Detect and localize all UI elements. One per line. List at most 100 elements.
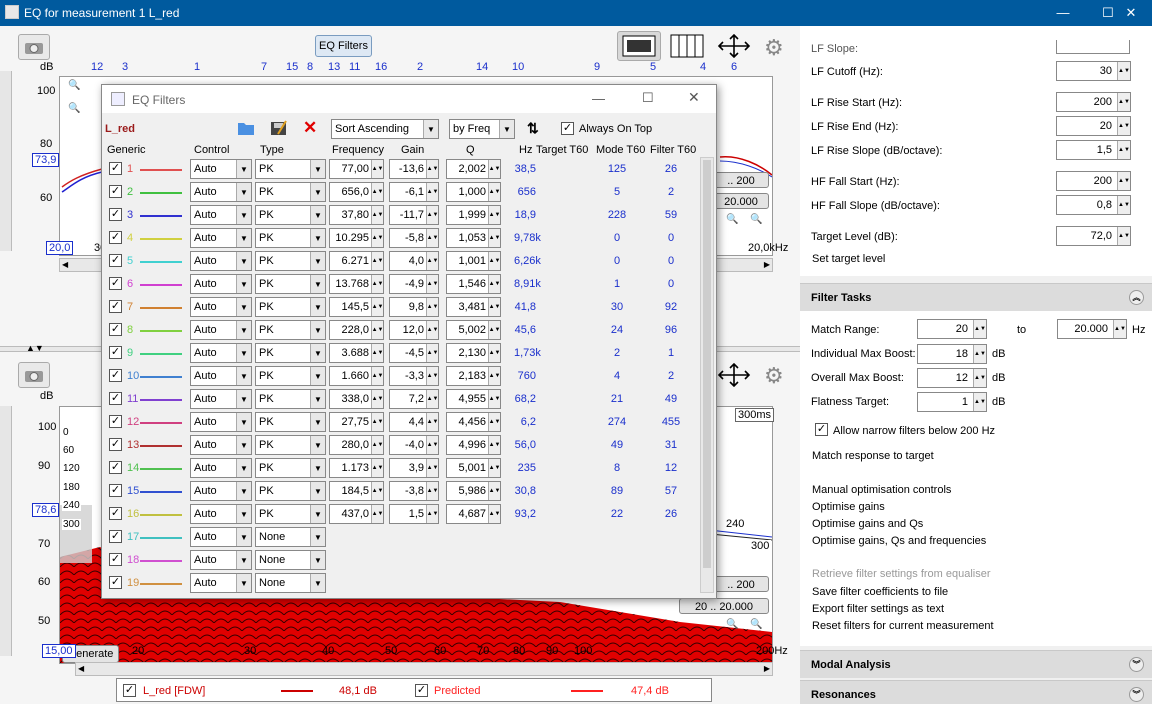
filter-type-select[interactable]: PK ▼ [255, 297, 326, 317]
allow-narrow-checkbox[interactable]: ✓ [815, 423, 828, 436]
bottom-camera-icon[interactable] [18, 362, 50, 388]
filter-type-select[interactable]: PK ▼ [255, 366, 326, 386]
top-vertical-scrollbar[interactable] [0, 71, 12, 251]
lf-slope-select[interactable] [1056, 40, 1130, 54]
filter-type-select[interactable]: None ▼ [255, 573, 326, 593]
sort-order-select[interactable]: Sort Ascending ▼ [331, 119, 439, 139]
bottom-horizontal-scrollbar[interactable]: ◀ ▶ [75, 662, 773, 676]
filter-freq-input[interactable]: 6.271 ▲▼ [329, 251, 384, 271]
filter-freq-input[interactable]: 656,0 ▲▼ [329, 182, 384, 202]
target-field-input[interactable]: 72,0 ▲▼ [1056, 226, 1131, 246]
open-folder-icon[interactable] [237, 120, 255, 139]
filter-gain-input[interactable]: -3,3 ▲▼ [389, 366, 439, 386]
filter-control-select[interactable]: Auto ▼ [190, 435, 252, 455]
filter-marker-2[interactable]: 2 [417, 61, 423, 73]
filter-enable-checkbox[interactable]: ✓ [109, 277, 122, 290]
filter-freq-input[interactable]: 145,5 ▲▼ [329, 297, 384, 317]
filter-control-select[interactable]: Auto ▼ [190, 297, 252, 317]
filter-enable-checkbox[interactable]: ✓ [109, 553, 122, 566]
swap-sort-icon[interactable]: ⇅ [527, 120, 539, 137]
retrieve-settings-button[interactable]: Retrieve filter settings from equaliser [812, 568, 991, 580]
filter-table-scrollbar[interactable] [700, 157, 714, 593]
filter-gain-input[interactable]: 7,2 ▲▼ [389, 389, 439, 409]
filter-freq-input[interactable]: 77,00 ▲▼ [329, 159, 384, 179]
individual-max-boost-input[interactable]: 18 ▲▼ [917, 344, 987, 364]
filter-control-select[interactable]: Auto ▼ [190, 527, 252, 547]
filter-freq-input[interactable]: 1.660 ▲▼ [329, 366, 384, 386]
filter-q-input[interactable]: 5,002 ▲▼ [446, 320, 501, 340]
filter-control-select[interactable]: Auto ▼ [190, 228, 252, 248]
bottom-zoom-out-icon[interactable]: 🔍 [750, 619, 762, 630]
expand-down-icon-2[interactable]: ︾ [1129, 687, 1144, 702]
filter-gain-input[interactable]: -5,8 ▲▼ [389, 228, 439, 248]
filter-enable-checkbox[interactable]: ✓ [109, 415, 122, 428]
filter-control-select[interactable]: Auto ▼ [190, 205, 252, 225]
filter-gain-input[interactable]: -4,0 ▲▼ [389, 435, 439, 455]
target-field-input[interactable]: 0,8 ▲▼ [1056, 195, 1131, 215]
filter-q-input[interactable]: 5,986 ▲▼ [446, 481, 501, 501]
bottom-settings-gear-icon[interactable]: ⚙ [764, 363, 784, 389]
filter-freq-input[interactable]: 10.295 ▲▼ [329, 228, 384, 248]
optimise-gains-qs-button[interactable]: Optimise gains and Qs [812, 518, 923, 530]
filter-type-select[interactable]: PK ▼ [255, 182, 326, 202]
filter-control-select[interactable]: Auto ▼ [190, 550, 252, 570]
filter-marker-6[interactable]: 6 [731, 61, 737, 73]
filter-type-select[interactable]: PK ▼ [255, 458, 326, 478]
always-on-top-checkbox[interactable]: ✓ [561, 122, 574, 135]
bottom-zoom-in-icon[interactable]: 🔍 [726, 619, 738, 630]
filter-gain-input[interactable]: -4,5 ▲▼ [389, 343, 439, 363]
save-filters-icon[interactable] [270, 120, 288, 139]
filter-enable-checkbox[interactable]: ✓ [109, 185, 122, 198]
filter-type-select[interactable]: PK ▼ [255, 389, 326, 409]
filter-freq-input[interactable]: 437,0 ▲▼ [329, 504, 384, 524]
filter-control-select[interactable]: Auto ▼ [190, 343, 252, 363]
filter-enable-checkbox[interactable]: ✓ [109, 507, 122, 520]
filter-marker-15[interactable]: 15 [286, 61, 298, 73]
filter-gain-input[interactable]: 9,8 ▲▼ [389, 297, 439, 317]
filter-marker-7[interactable]: 7 [261, 61, 267, 73]
filter-enable-checkbox[interactable]: ✓ [109, 576, 122, 589]
close-button[interactable]: ✕ [1110, 2, 1152, 24]
zoom-out-icon[interactable]: 🔍 [68, 103, 80, 114]
layout-icon[interactable] [617, 31, 661, 61]
filter-type-select[interactable]: PK ▼ [255, 481, 326, 501]
filter-control-select[interactable]: Auto ▼ [190, 182, 252, 202]
filter-marker-12[interactable]: 12 [91, 61, 103, 73]
filter-gain-input[interactable]: -3,8 ▲▼ [389, 481, 439, 501]
match-range-to-input[interactable]: 20.000 ▲▼ [1057, 319, 1127, 339]
bottom-range-button-200[interactable]: .. 200 [713, 576, 769, 592]
filter-enable-checkbox[interactable]: ✓ [109, 254, 122, 267]
filter-freq-input[interactable]: 338,0 ▲▼ [329, 389, 384, 409]
filter-q-input[interactable]: 2,183 ▲▼ [446, 366, 501, 386]
top-level-marker[interactable]: 73,9 [32, 153, 60, 167]
filter-q-input[interactable]: 4,955 ▲▼ [446, 389, 501, 409]
filter-type-select[interactable]: PK ▼ [255, 504, 326, 524]
columns-icon[interactable] [669, 33, 705, 59]
match-range-from-input[interactable]: 20 ▲▼ [917, 319, 987, 339]
filter-q-input[interactable]: 4,456 ▲▼ [446, 412, 501, 432]
top-zoom-out-icon[interactable]: 🔍 [750, 214, 762, 225]
filter-type-select[interactable]: None ▼ [255, 527, 326, 547]
filter-gain-input[interactable]: 4,4 ▲▼ [389, 412, 439, 432]
filter-freq-input[interactable]: 3.688 ▲▼ [329, 343, 384, 363]
filter-freq-input[interactable]: 184,5 ▲▼ [329, 481, 384, 501]
set-target-level-link[interactable]: Set target level [812, 253, 885, 265]
filter-marker-14[interactable]: 14 [476, 61, 488, 73]
filter-enable-checkbox[interactable]: ✓ [109, 231, 122, 244]
match-response-button[interactable]: Match response to target [812, 450, 934, 462]
minimize-button[interactable]: — [1040, 2, 1086, 24]
filter-enable-checkbox[interactable]: ✓ [109, 369, 122, 382]
filter-control-select[interactable]: Auto ▼ [190, 274, 252, 294]
filter-marker-13[interactable]: 13 [328, 61, 340, 73]
filter-q-input[interactable]: 1,001 ▲▼ [446, 251, 501, 271]
filter-type-select[interactable]: PK ▼ [255, 159, 326, 179]
filter-control-select[interactable]: Auto ▼ [190, 389, 252, 409]
target-field-input[interactable]: 200 ▲▼ [1056, 92, 1131, 112]
filter-q-input[interactable]: 4,687 ▲▼ [446, 504, 501, 524]
top-range-button-20000[interactable]: 20.000 [713, 193, 769, 209]
bottom-level-marker[interactable]: 78,6 [32, 503, 60, 517]
filter-marker-11[interactable]: 11 [349, 61, 360, 73]
filter-gain-input[interactable]: -11,7 ▲▼ [389, 205, 439, 225]
collapse-up-icon[interactable]: ︽ [1129, 290, 1144, 305]
filter-type-select[interactable]: PK ▼ [255, 274, 326, 294]
